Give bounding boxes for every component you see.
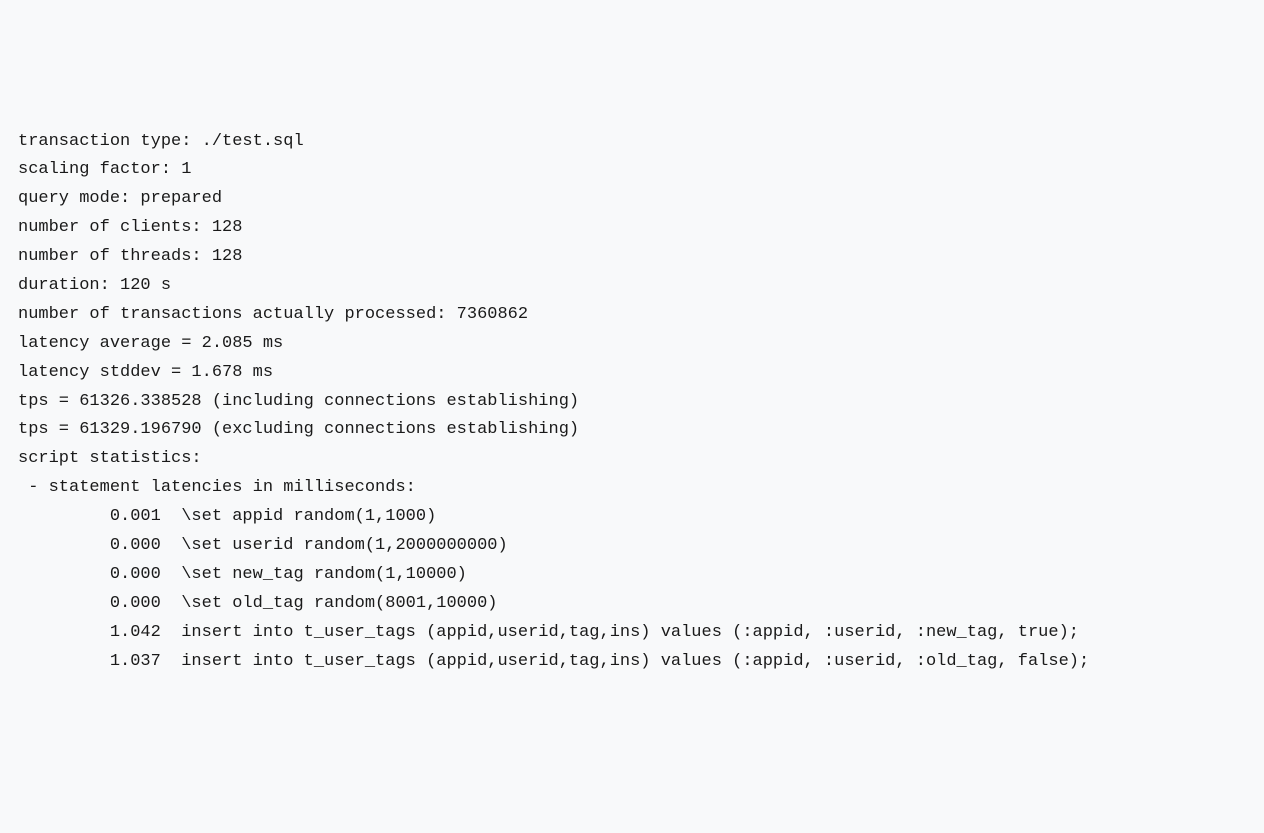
terminal-output: transaction type: ./test.sql scaling fac… xyxy=(18,128,1246,677)
